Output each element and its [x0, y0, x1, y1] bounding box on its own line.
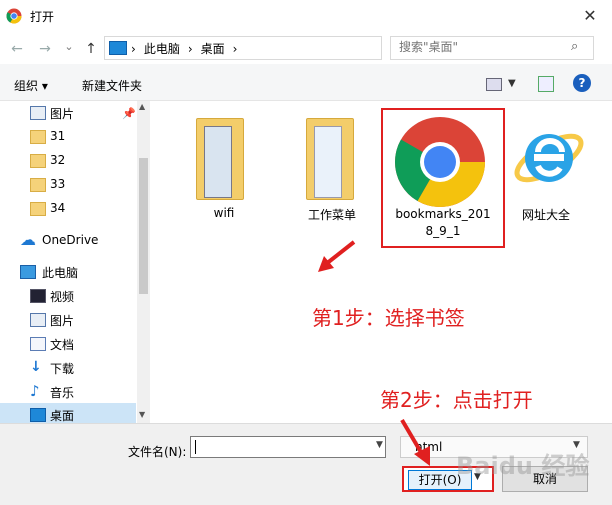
chevron-down-icon[interactable]: ▼	[508, 78, 516, 89]
computer-icon	[20, 265, 36, 279]
file-name-wifi[interactable]: wifi	[196, 206, 252, 220]
sidebar-item-label: 图片	[50, 314, 75, 328]
picture-icon	[30, 313, 46, 327]
desktop-icon	[30, 408, 46, 422]
document-icon	[30, 337, 46, 351]
picture-icon	[30, 106, 46, 120]
arrow-annotation-icon	[318, 240, 356, 272]
up-icon[interactable]: ↑	[82, 40, 100, 58]
file-name-work-menu[interactable]: 工作菜单	[300, 206, 364, 223]
ie-icon[interactable]	[510, 118, 588, 196]
title-bar	[0, 0, 612, 32]
search-box[interactable]: ⌕	[390, 36, 594, 60]
sidebar-item-downloads[interactable]: ↓ 下载	[0, 356, 136, 378]
navigation-pane: 图片 📌 31 32 33 34 ☁ OneDrive 此电脑 视频 图片 文档…	[0, 101, 150, 423]
sidebar-item-desktop[interactable]: 桌面	[0, 403, 136, 425]
chevron-down-icon[interactable]: ▼	[376, 440, 383, 450]
chrome-icon	[6, 8, 22, 24]
step1-annotation: 第1步：选择书签	[312, 306, 465, 330]
help-button[interactable]: ?	[573, 74, 591, 92]
document-preview-icon	[204, 126, 232, 198]
download-icon: ↓	[30, 359, 42, 375]
folder-icon	[30, 130, 46, 144]
organize-button[interactable]: 组织 ▾	[14, 77, 48, 94]
sidebar-item-label: 图片	[50, 107, 75, 121]
pin-icon: 📌	[122, 107, 136, 120]
preview-pane-icon[interactable]	[538, 76, 554, 92]
sidebar-item-label: 34	[50, 201, 66, 215]
sidebar-item-documents[interactable]: 文档	[0, 332, 136, 354]
sidebar-item-label: 桌面	[50, 409, 75, 423]
breadcrumb-separator[interactable]: ›	[131, 42, 136, 56]
breadcrumb-this-pc[interactable]: 此电脑	[144, 42, 180, 56]
filename-label: 文件名(N):	[128, 445, 187, 459]
document-preview-icon	[314, 126, 342, 198]
folder-icon	[30, 202, 46, 216]
breadcrumb-separator[interactable]: ›	[233, 42, 238, 56]
sidebar-item-onedrive[interactable]: ☁ OneDrive	[0, 229, 136, 251]
sidebar-item-34[interactable]: 34	[0, 197, 136, 219]
sidebar-item-pictures-quick[interactable]: 图片 📌	[0, 101, 136, 123]
address-bar[interactable]: ›此电脑›桌面› ⌄ ↻	[104, 36, 472, 60]
sidebar-item-label: 视频	[50, 290, 75, 304]
sidebar-item-label: 32	[50, 153, 66, 167]
file-name-line: bookmarks_201	[395, 207, 491, 221]
recent-locations-icon[interactable]: ⌄	[60, 38, 78, 56]
text-caret	[195, 440, 196, 454]
folder-icon	[30, 154, 46, 168]
search-input[interactable]	[399, 40, 559, 54]
watermark: Baidu 经验	[456, 452, 590, 480]
sidebar-item-31[interactable]: 31	[0, 125, 136, 147]
filename-input[interactable]	[190, 436, 386, 458]
view-options-icon[interactable]	[486, 78, 502, 91]
sidebar-item-33[interactable]: 33	[0, 173, 136, 195]
scrollbar-thumb[interactable]	[139, 158, 148, 294]
scroll-up-icon[interactable]: ▲	[139, 102, 145, 111]
sidebar-item-label: 31	[50, 129, 66, 143]
step2-annotation: 第2步：点击打开	[380, 388, 533, 412]
sidebar-item-videos[interactable]: 视频	[0, 284, 136, 306]
search-icon[interactable]: ⌕	[571, 39, 578, 54]
file-name-bookmarks[interactable]: bookmarks_201 8_9_1	[384, 206, 502, 240]
breadcrumb-separator[interactable]: ›	[188, 42, 193, 56]
file-name-line: 8_9_1	[425, 224, 461, 238]
video-icon	[30, 289, 46, 303]
sidebar-item-label: 下载	[50, 362, 75, 376]
window-title: 打开	[30, 10, 55, 24]
sidebar-item-label: 此电脑	[42, 266, 79, 280]
scroll-down-icon[interactable]: ▼	[139, 410, 145, 419]
sidebar-item-pictures[interactable]: 图片	[0, 308, 136, 330]
sidebar-item-label: 音乐	[50, 386, 75, 400]
forward-icon[interactable]: →	[36, 40, 54, 58]
breadcrumb[interactable]: › 此电脑 › 桌面 ›	[131, 40, 245, 57]
new-folder-button[interactable]: 新建文件夹	[82, 77, 142, 94]
sidebar-item-this-pc[interactable]: 此电脑	[0, 260, 136, 282]
sidebar-item-label: OneDrive	[42, 233, 99, 247]
cloud-icon: ☁	[20, 230, 36, 249]
sidebar-item-label: 文档	[50, 338, 75, 352]
breadcrumb-desktop[interactable]: 桌面	[201, 42, 225, 56]
sidebar-item-label: 33	[50, 177, 66, 191]
file-name-hao123[interactable]: 网址大全	[514, 206, 578, 223]
computer-icon	[109, 41, 127, 55]
back-icon[interactable]: ←	[8, 40, 26, 58]
sidebar-item-32[interactable]: 32	[0, 149, 136, 171]
sidebar-item-music[interactable]: ♪ 音乐	[0, 380, 136, 402]
arrow-annotation-icon	[400, 418, 430, 466]
folder-icon	[30, 178, 46, 192]
close-button[interactable]: ✕	[576, 4, 604, 28]
music-icon: ♪	[30, 382, 40, 400]
